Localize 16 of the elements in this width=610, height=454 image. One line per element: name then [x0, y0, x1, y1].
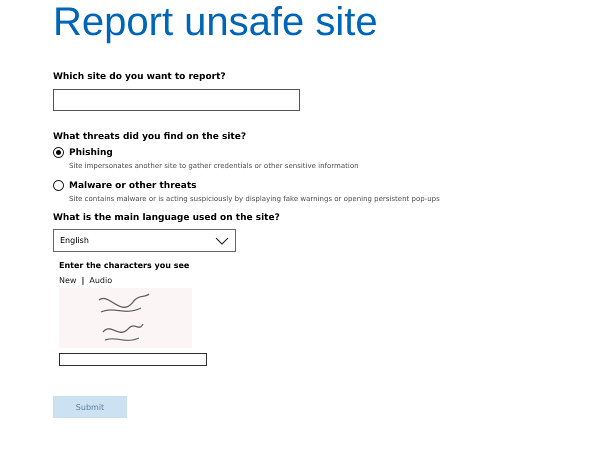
site-input-field[interactable]: [53, 89, 300, 111]
radio-button[interactable]: [53, 180, 64, 191]
chevron-down-icon: [215, 236, 229, 244]
link-separator: |: [81, 276, 84, 285]
captcha-label: Enter the characters you see: [59, 261, 190, 270]
page-title: Report unsafe site: [53, 0, 378, 44]
field-label: What is the main language used on the site?: [53, 213, 280, 223]
radio-button[interactable]: [53, 147, 64, 158]
new-captcha-link[interactable]: New: [59, 276, 76, 285]
audio-captcha-link[interactable]: Audio: [89, 276, 112, 285]
language-dropdown[interactable]: English: [53, 229, 236, 252]
captcha-input-field[interactable]: [59, 353, 207, 366]
field-label: Which site do you want to report?: [53, 72, 226, 82]
field-label: What threats did you find on the site?: [53, 132, 246, 142]
option-label[interactable]: Phishing: [69, 148, 113, 158]
option-label[interactable]: Malware or other threats: [69, 180, 196, 190]
